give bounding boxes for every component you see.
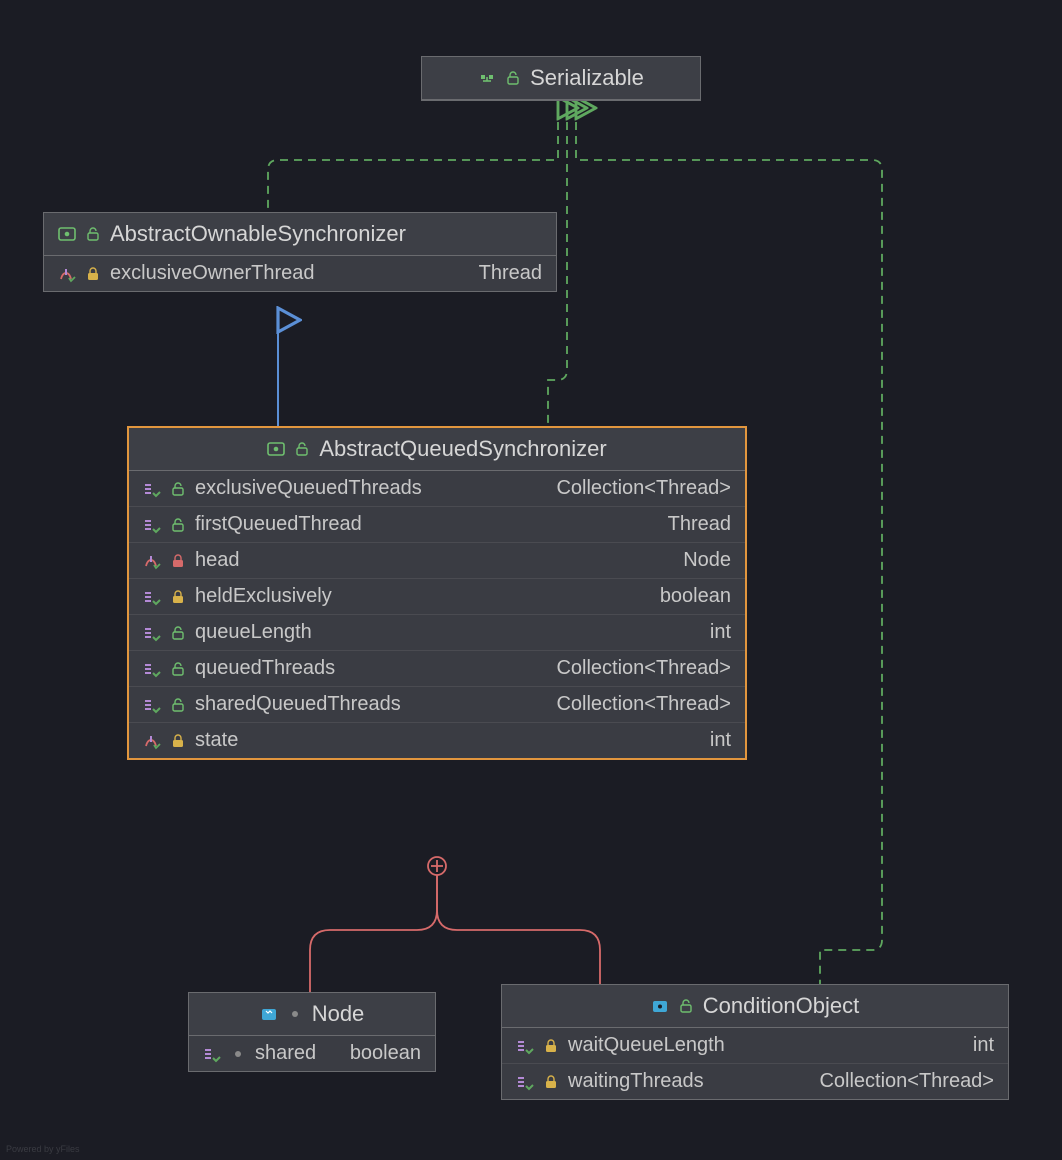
node-condition-object[interactable]: ConditionObject waitQueueLength int waitin… xyxy=(501,984,1009,1100)
field-list: exclusiveOwnerThread Thread xyxy=(44,256,556,291)
node-title: Serializable xyxy=(530,65,644,91)
node-header: AbstractOwnableSynchronizer xyxy=(44,213,556,256)
field-row[interactable]: firstQueuedThread Thread xyxy=(129,506,745,542)
field-type: Collection<Thread> xyxy=(556,693,731,716)
abstract-class-icon xyxy=(267,440,285,458)
node-header: AbstractQueuedSynchronizer xyxy=(129,428,745,471)
field-list: shared boolean xyxy=(189,1036,435,1071)
field-name: waitingThreads xyxy=(568,1070,704,1093)
lock-protected-icon xyxy=(84,265,102,283)
property-icon xyxy=(143,660,161,678)
field-set-icon xyxy=(58,265,76,283)
field-name: queueLength xyxy=(195,621,312,644)
lock-private-icon xyxy=(169,552,187,570)
property-icon xyxy=(203,1045,221,1063)
field-list: waitQueueLength int waitingThreads Collecti… xyxy=(502,1028,1008,1099)
field-name: head xyxy=(195,549,240,572)
lock-protected-icon xyxy=(169,732,187,750)
field-row[interactable]: sharedQueuedThreads Collection<Thread> xyxy=(129,686,745,722)
field-type: Collection<Thread> xyxy=(819,1070,994,1093)
field-type: Thread xyxy=(668,513,731,536)
field-list: exclusiveQueuedThreads Collection<Thread>… xyxy=(129,471,745,758)
field-name: exclusiveQueuedThreads xyxy=(195,477,422,500)
field-name: queuedThreads xyxy=(195,657,335,680)
lock-public-icon xyxy=(84,225,102,243)
field-row[interactable]: waitingThreads Collection<Thread> xyxy=(502,1063,1008,1099)
node-title: ConditionObject xyxy=(703,993,860,1019)
field-row[interactable]: exclusiveOwnerThread Thread xyxy=(44,256,556,291)
lock-public-icon xyxy=(504,69,522,87)
node-title: AbstractOwnableSynchronizer xyxy=(110,221,406,247)
field-row[interactable]: waitQueueLength int xyxy=(502,1028,1008,1063)
field-row[interactable]: shared boolean xyxy=(189,1036,435,1071)
node-header: Serializable xyxy=(422,57,700,100)
property-icon xyxy=(143,516,161,534)
node-serializable[interactable]: Serializable xyxy=(421,56,701,101)
lock-public-icon xyxy=(169,660,187,678)
field-type: boolean xyxy=(660,585,731,608)
lock-public-icon xyxy=(169,624,187,642)
lock-public-icon xyxy=(293,440,311,458)
class-icon xyxy=(651,997,669,1015)
field-name: exclusiveOwnerThread xyxy=(110,262,315,285)
node-header: Node xyxy=(189,993,435,1036)
field-type: boolean xyxy=(350,1042,421,1065)
field-name: waitQueueLength xyxy=(568,1034,725,1057)
lock-public-icon xyxy=(169,516,187,534)
field-name: firstQueuedThread xyxy=(195,513,362,536)
node-title: Node xyxy=(312,1001,365,1027)
property-icon xyxy=(516,1037,534,1055)
lock-public-icon xyxy=(169,480,187,498)
node-abstract-ownable-synchronizer[interactable]: AbstractOwnableSynchronizer exclusiveOwn… xyxy=(43,212,557,292)
field-row[interactable]: queueLength int xyxy=(129,614,745,650)
watermark: Powered by yFiles xyxy=(6,1144,80,1154)
field-row[interactable]: exclusiveQueuedThreads Collection<Thread> xyxy=(129,471,745,506)
property-icon xyxy=(516,1073,534,1091)
property-icon xyxy=(143,696,161,714)
lock-public-icon xyxy=(169,696,187,714)
lock-protected-icon xyxy=(542,1073,560,1091)
node-header: ConditionObject xyxy=(502,985,1008,1028)
property-icon xyxy=(143,624,161,642)
node-abstract-queued-synchronizer[interactable]: AbstractQueuedSynchronizer exclusiveQueu… xyxy=(127,426,747,760)
field-row[interactable]: head Node xyxy=(129,542,745,578)
abstract-class-icon xyxy=(58,225,76,243)
field-type: int xyxy=(710,621,731,644)
node-title: AbstractQueuedSynchronizer xyxy=(319,436,606,462)
field-type: Node xyxy=(683,549,731,572)
field-name: heldExclusively xyxy=(195,585,332,608)
field-type: Collection<Thread> xyxy=(556,657,731,680)
field-row[interactable]: heldExclusively boolean xyxy=(129,578,745,614)
lock-protected-icon xyxy=(542,1037,560,1055)
field-type: Thread xyxy=(479,262,542,285)
lock-package-icon xyxy=(229,1045,247,1063)
lock-public-icon xyxy=(677,997,695,1015)
lock-package-icon xyxy=(286,1005,304,1023)
field-name: state xyxy=(195,729,238,752)
property-icon xyxy=(143,480,161,498)
field-name: shared xyxy=(255,1042,316,1065)
field-row[interactable]: state int xyxy=(129,722,745,758)
field-row[interactable]: queuedThreads Collection<Thread> xyxy=(129,650,745,686)
static-class-icon xyxy=(260,1005,278,1023)
interface-icon xyxy=(478,69,496,87)
field-name: sharedQueuedThreads xyxy=(195,693,401,716)
node-node[interactable]: Node shared boolean xyxy=(188,992,436,1072)
field-type: Collection<Thread> xyxy=(556,477,731,500)
field-set-icon xyxy=(143,552,161,570)
lock-protected-icon xyxy=(169,588,187,606)
field-type: int xyxy=(973,1034,994,1057)
property-icon xyxy=(143,588,161,606)
field-set-icon xyxy=(143,732,161,750)
uml-canvas: { "watermark": "Powered by yFiles", "ser… xyxy=(0,0,1062,1160)
field-type: int xyxy=(710,729,731,752)
